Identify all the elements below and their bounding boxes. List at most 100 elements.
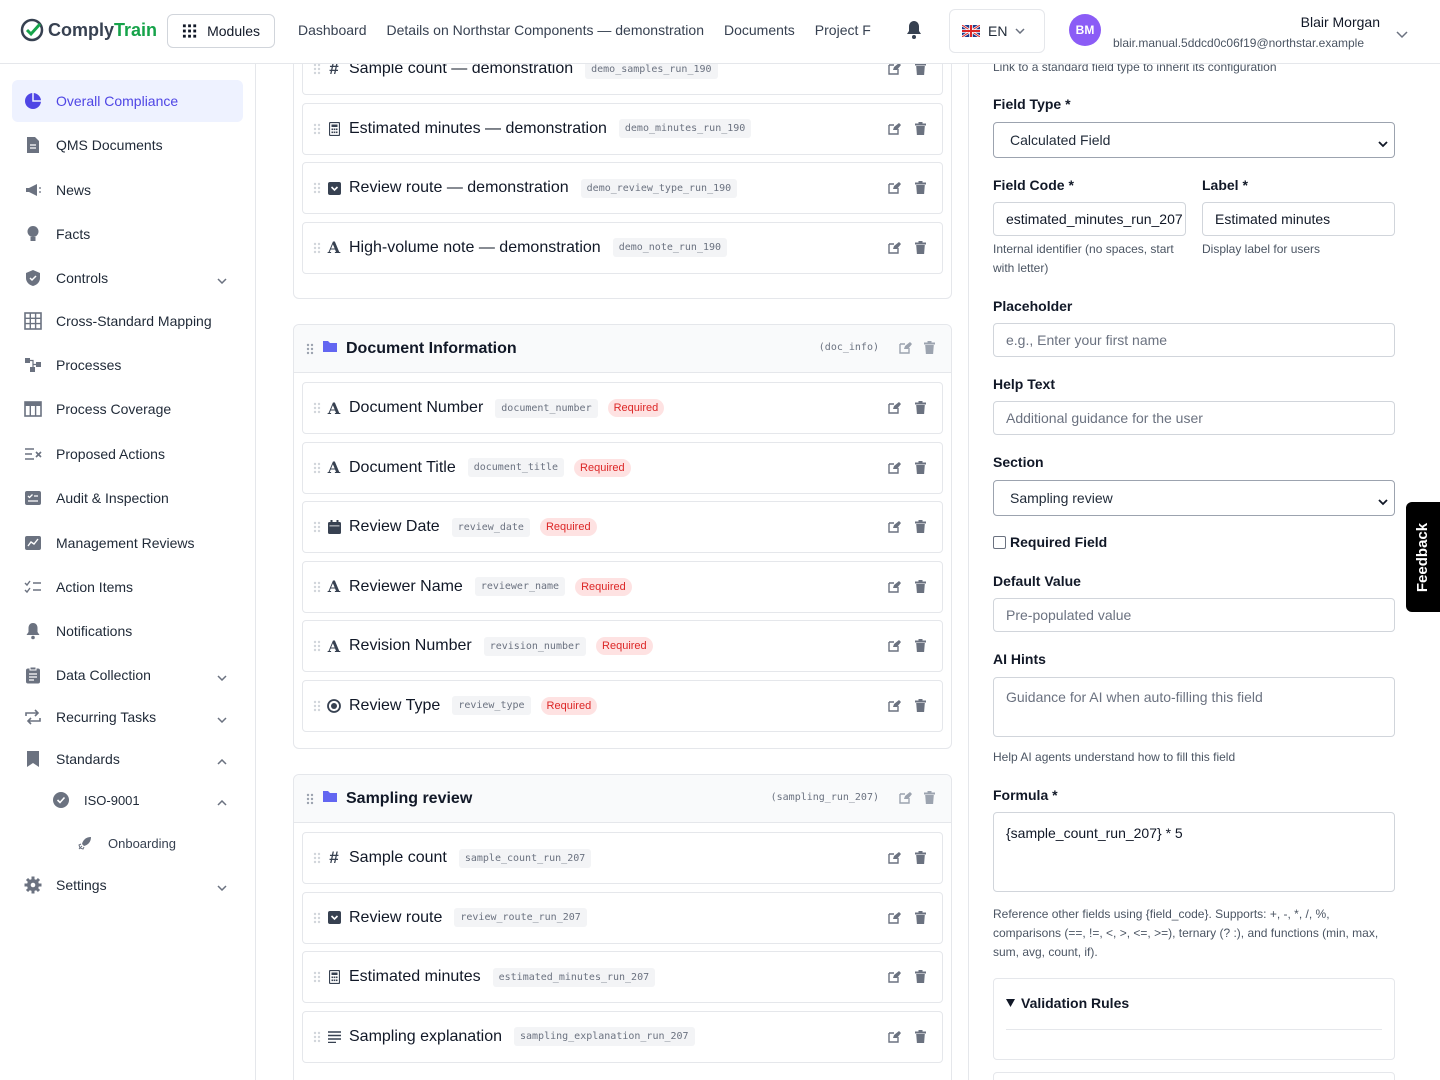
modules-button[interactable]: Modules [167,14,275,48]
trash-icon[interactable] [915,520,926,538]
edit-icon[interactable] [888,401,901,419]
ai-hints-textarea[interactable]: Guidance for AI when auto-filling this f… [993,677,1395,737]
edit-icon[interactable] [888,639,901,657]
field-row[interactable]: # Sample count — demonstration demo_sample… [302,64,943,95]
trash-icon[interactable] [915,970,926,988]
sidebar-item-standards[interactable]: Standards [12,738,243,780]
drag-handle-icon[interactable] [313,64,321,75]
trash-icon[interactable] [915,401,926,419]
edit-icon[interactable] [888,1030,901,1048]
edit-icon[interactable] [899,791,912,809]
sidebar-item-process-coverage[interactable]: Process Coverage [12,388,243,430]
nav-dashboard[interactable]: Dashboard [298,22,367,38]
field-row[interactable]: A High-volume note — demonstration demo_no… [302,221,943,274]
edit-icon[interactable] [899,341,912,359]
trash-icon[interactable] [915,579,926,598]
drag-handle-icon[interactable] [306,343,314,355]
nav-documents[interactable]: Documents [724,22,795,38]
sidebar-item-data-collection[interactable]: Data Collection [12,654,243,696]
app-logo[interactable]: Comply Train [20,18,157,42]
drag-handle-icon[interactable] [313,242,321,254]
field-row[interactable]: Review Date review_date Required [302,501,943,553]
placeholder-input[interactable]: e.g., Enter your first name [993,323,1395,357]
trash-icon[interactable] [915,851,926,869]
drag-handle-icon[interactable] [313,402,321,414]
drag-handle-icon[interactable] [313,123,321,135]
field-row[interactable]: # Sample count sample_count_run_207 [302,832,943,884]
edit-icon[interactable] [888,64,901,80]
trash-icon[interactable] [915,64,926,80]
feedback-tab[interactable]: Feedback [1406,502,1440,612]
drag-handle-icon[interactable] [313,700,321,712]
label-input[interactable]: Estimated minutes [1202,202,1395,236]
nav-project[interactable]: Project F [815,22,871,38]
trash-icon[interactable] [915,121,926,140]
validation-rules-toggle[interactable]: Validation Rules [1006,994,1129,1012]
sidebar-item-qms-documents[interactable]: QMS Documents [12,124,243,166]
sidebar-item-overall-compliance[interactable]: Overall Compliance [12,80,243,122]
sidebar-item-settings[interactable]: Settings [12,864,243,906]
formula-textarea[interactable]: {sample_count_run_207} * 5 [993,812,1395,892]
field-row[interactable]: Review route review_route_run_207 [302,891,943,944]
edit-icon[interactable] [888,122,901,140]
section-header[interactable]: Sampling review (sampling_run_207) [294,775,951,823]
required-checkbox[interactable] [993,535,1006,549]
trash-icon[interactable] [915,639,926,657]
edit-icon[interactable] [888,461,901,479]
user-menu-chevron-icon[interactable] [1396,26,1408,44]
field-row[interactable]: Estimated minutes estimated_minutes_run_2… [302,951,943,1003]
sidebar-item-onboarding[interactable]: Onboarding [64,822,243,864]
edit-icon[interactable] [888,911,901,929]
sidebar-item-cross-standard-mapping[interactable]: Cross-Standard Mapping [12,300,243,342]
section-header[interactable]: Document Information (doc_info) [294,325,951,373]
field-row[interactable]: Sampling explanation sampling_explanation… [302,1010,943,1063]
field-row[interactable]: A Document Number document_number Required [302,382,943,434]
sidebar-item-management-reviews[interactable]: Management Reviews [12,522,243,564]
edit-icon[interactable] [888,241,901,259]
field-row[interactable]: Review Type review_type Required [302,679,943,732]
drag-handle-icon[interactable] [313,971,321,983]
nav-details[interactable]: Details on Northstar Components — demons… [387,22,704,38]
drag-handle-icon[interactable] [306,793,314,805]
sidebar-item-action-items[interactable]: Action Items [12,566,243,608]
section-select[interactable]: Sampling review [993,480,1395,516]
field-row[interactable]: A Document Title document_title Required [302,441,943,494]
edit-icon[interactable] [888,520,901,538]
trash-icon[interactable] [924,791,935,809]
notifications-bell-icon[interactable] [905,20,923,45]
drag-handle-icon[interactable] [313,640,321,652]
default-value-input[interactable]: Pre-populated value [993,598,1395,632]
drag-handle-icon[interactable] [313,521,321,533]
sidebar-item-notifications[interactable]: Notifications [12,610,243,652]
help-text-input[interactable]: Additional guidance for the user [993,401,1395,435]
field-code-input[interactable]: estimated_minutes_run_207 [993,202,1186,236]
drag-handle-icon[interactable] [313,1031,321,1043]
trash-icon[interactable] [915,240,926,259]
edit-icon[interactable] [888,181,901,199]
drag-handle-icon[interactable] [313,182,321,194]
edit-icon[interactable] [888,580,901,598]
field-row[interactable]: Review route — demonstration demo_review_… [302,162,943,214]
sidebar-item-facts[interactable]: Facts [12,213,243,255]
field-type-select[interactable]: Calculated Field [993,122,1395,158]
avatar[interactable]: BM [1069,14,1101,46]
sidebar-item-processes[interactable]: Processes [12,344,243,386]
drag-handle-icon[interactable] [313,852,321,864]
trash-icon[interactable] [915,698,926,717]
sidebar-item-proposed-actions[interactable]: Proposed Actions [12,433,243,475]
drag-handle-icon[interactable] [313,581,321,593]
edit-icon[interactable] [888,970,901,988]
sidebar-item-recurring-tasks[interactable]: Recurring Tasks [12,696,243,738]
edit-icon[interactable] [888,851,901,869]
trash-icon[interactable] [915,910,926,929]
trash-icon[interactable] [924,341,935,359]
field-row[interactable]: Estimated minutes — demonstration demo_mi… [302,102,943,155]
sidebar-item-iso-9001[interactable]: ISO-9001 [40,779,243,821]
sidebar-item-audit-inspection[interactable]: Audit & Inspection [12,477,243,519]
trash-icon[interactable] [915,460,926,479]
edit-icon[interactable] [888,699,901,717]
field-row[interactable]: A Revision Number revision_number Required [302,620,943,672]
trash-icon[interactable] [915,1029,926,1048]
field-row[interactable]: A Reviewer Name reviewer_name Required [302,560,943,613]
sidebar-item-controls[interactable]: Controls [12,257,243,299]
